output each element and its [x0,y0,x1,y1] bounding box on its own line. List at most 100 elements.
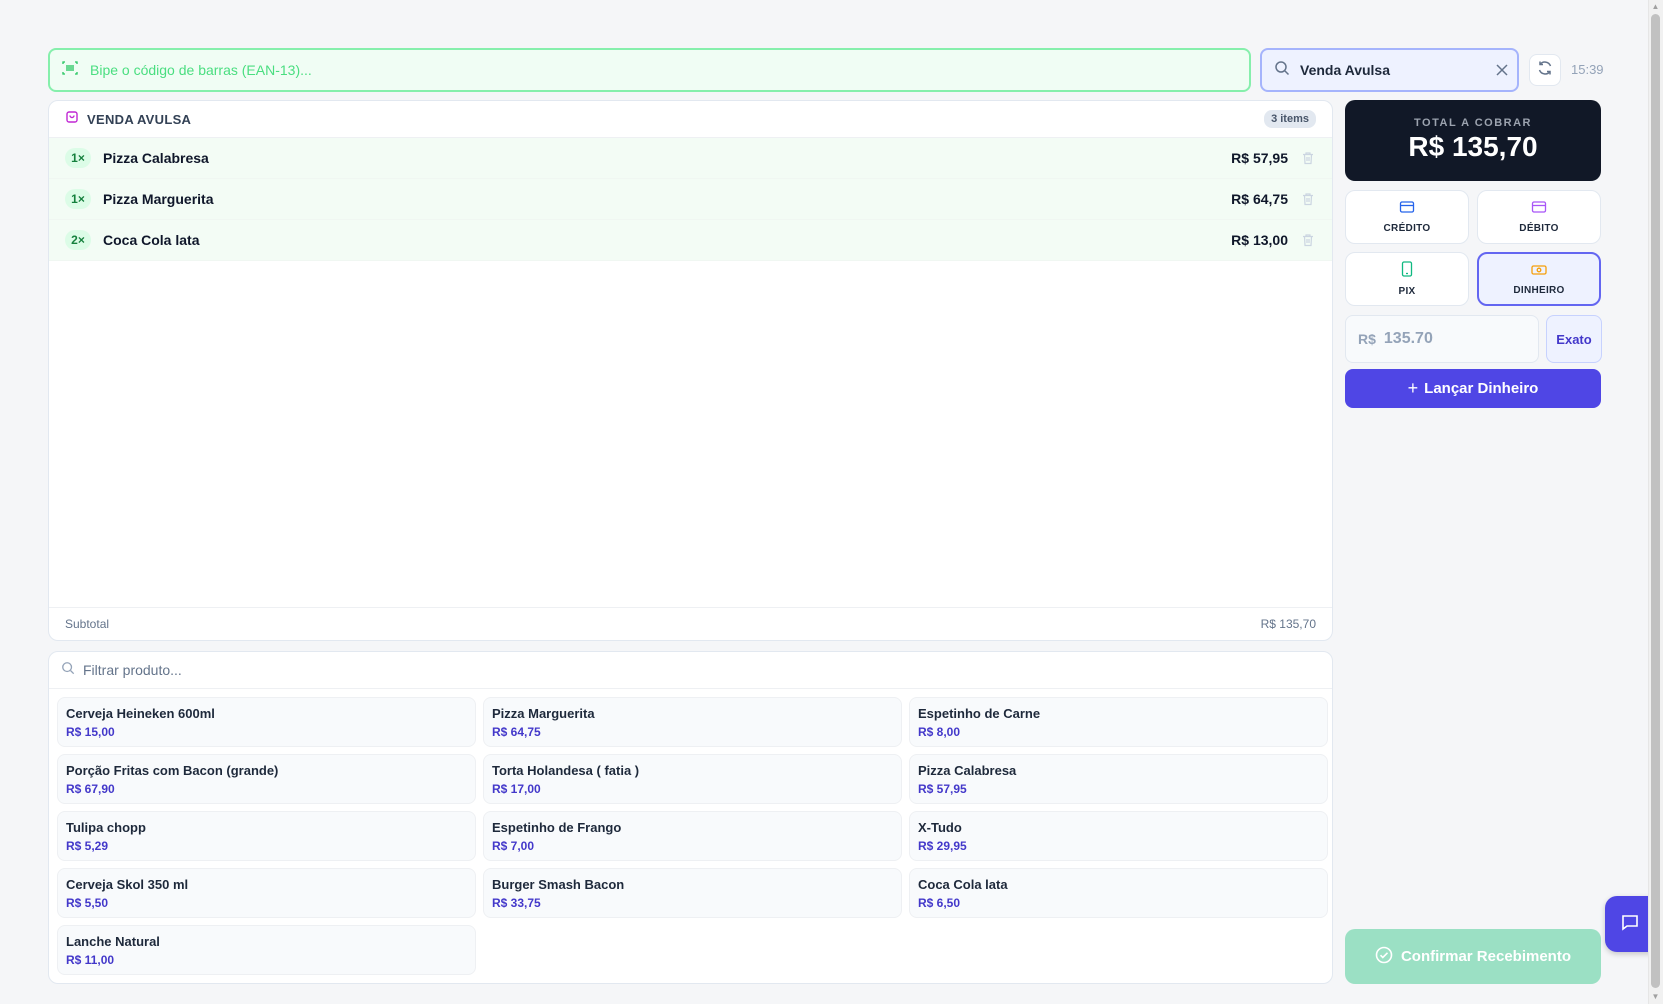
product-price: R$ 57,95 [918,782,967,796]
barcode-placeholder: Bipe o código de barras (EAN-13)... [90,62,312,78]
subtotal-value: R$ 135,70 [1260,617,1316,631]
clock: 15:39 [1571,62,1604,77]
chat-icon [1620,912,1640,937]
product-card[interactable]: Cerveja Skol 350 ml R$ 5,50 [57,868,476,918]
currency-symbol: R$ [1358,331,1376,347]
product-card[interactable]: Porção Fritas com Bacon (grande) R$ 67,90 [57,754,476,804]
total-card: TOTAL A COBRAR R$ 135,70 [1345,100,1601,181]
product-price: R$ 11,00 [66,953,115,967]
pay-cash-button[interactable]: DINHEIRO [1477,252,1601,306]
cart-footer: Subtotal R$ 135,70 [49,607,1332,640]
total-amount: R$ 135,70 [1408,131,1538,162]
product-price: R$ 5,29 [66,839,109,853]
product-card[interactable]: Espetinho de Carne R$ 8,00 [909,697,1328,747]
refresh-icon [1537,60,1553,81]
cart-header: VENDA AVULSA 3 items [49,101,1332,138]
cart-item: 2× Coca Cola lata R$ 13,00 [49,220,1332,261]
product-grid: Cerveja Heineken 600ml R$ 15,00 Pizza Mar… [49,689,1332,983]
trash-icon[interactable] [1300,233,1316,247]
pay-credit-label: CRÉDITO [1383,223,1431,234]
product-price: R$ 67,90 [66,782,115,796]
product-card[interactable]: X-Tudo R$ 29,95 [909,811,1328,861]
product-card[interactable]: Lanche Natural R$ 11,00 [57,925,476,975]
cart-item-price: R$ 13,00 [1231,232,1288,248]
check-circle-icon [1375,946,1401,968]
product-name: Torta Holandesa ( fatia ) [492,763,640,778]
confirm-payment-label: Confirmar Recebimento [1400,948,1572,965]
product-name: Porção Fritas com Bacon (grande) [66,763,279,778]
page-scrollbar[interactable]: ▲ ▼ [1648,0,1663,1004]
cart-item-qty: 1× [65,148,91,168]
cart-item-name: Pizza Calabresa [103,150,209,166]
cart-item-price: R$ 64,75 [1231,191,1288,207]
cart-title: VENDA AVULSA [87,111,192,127]
add-cash-button[interactable]: + Lançar Dinheiro [1345,369,1601,408]
pay-pix-button[interactable]: PIX [1345,252,1469,306]
product-name: Lanche Natural [66,934,160,949]
pay-debit-button[interactable]: DÉBITO [1477,190,1601,244]
cart-panel: VENDA AVULSA 3 items 1× Pizza Calabresa … [48,100,1333,641]
product-card[interactable]: Burger Smash Bacon R$ 33,75 [483,868,902,918]
refresh-button[interactable] [1529,54,1561,86]
product-card[interactable]: Espetinho de Frango R$ 7,00 [483,811,902,861]
add-cash-label: Lançar Dinheiro [1424,380,1539,397]
cart-item-qty: 1× [65,189,91,209]
product-filter-placeholder: Filtrar produto... [83,662,182,678]
trash-icon[interactable] [1300,192,1316,206]
pay-cash-label: DINHEIRO [1513,284,1565,296]
product-price: R$ 6,50 [918,896,961,910]
pay-pix-label: PIX [1398,286,1416,297]
product-card[interactable]: Torta Holandesa ( fatia ) R$ 17,00 [483,754,902,804]
total-label: TOTAL A COBRAR [1414,117,1532,129]
product-price: R$ 33,75 [492,896,541,910]
pay-credit-button[interactable]: CRÉDITO [1345,190,1469,244]
barcode-input[interactable]: Bipe o código de barras (EAN-13)... [48,48,1251,92]
product-card[interactable]: Cerveja Heineken 600ml R$ 15,00 [57,697,476,747]
client-search-value: Venda Avulsa [1300,62,1391,78]
product-price: R$ 15,00 [66,725,115,739]
debit-card-icon [1531,200,1547,219]
exact-amount-button[interactable]: Exato [1546,315,1602,363]
product-name: Pizza Marguerita [492,706,595,721]
scroll-up-icon[interactable]: ▲ [1651,2,1660,12]
confirm-payment-button[interactable]: Confirmar Recebimento [1345,929,1601,984]
product-price: R$ 7,00 [492,839,535,853]
shopping-bag-icon [65,110,79,129]
product-price: R$ 5,50 [66,896,109,910]
cash-amount-placeholder: 135.70 [1383,330,1433,347]
product-name: X-Tudo [918,820,962,835]
cart-item-price: R$ 57,95 [1231,150,1288,166]
product-price: R$ 8,00 [918,725,961,739]
cart-item: 1× Pizza Marguerita R$ 64,75 [49,179,1332,220]
search-icon [61,661,75,680]
products-panel: Filtrar produto... Cerveja Heineken 600m… [48,651,1333,984]
close-icon[interactable] [1487,64,1517,76]
search-icon [1274,60,1290,81]
product-name: Coca Cola lata [918,877,1008,892]
product-name: Burger Smash Bacon [492,877,625,892]
product-card[interactable]: Coca Cola lata R$ 6,50 [909,868,1328,918]
product-name: Tulipa chopp [66,820,146,835]
credit-card-icon [1399,200,1415,219]
cart-item-name: Coca Cola lata [103,232,200,248]
trash-icon[interactable] [1300,151,1316,165]
product-name: Espetinho de Carne [918,706,1041,721]
scrollbar-thumb[interactable] [1651,14,1660,988]
plus-icon: + [1407,378,1419,398]
cart-item: 1× Pizza Calabresa R$ 57,95 [49,138,1332,179]
product-card[interactable]: Pizza Marguerita R$ 64,75 [483,697,902,747]
product-name: Cerveja Skol 350 ml [66,877,189,892]
product-name: Cerveja Heineken 600ml [66,706,215,721]
cart-item-name: Pizza Marguerita [103,191,214,207]
product-name: Pizza Calabresa [918,763,1017,778]
pay-debit-label: DÉBITO [1519,223,1559,234]
product-price: R$ 64,75 [492,725,541,739]
scroll-down-icon[interactable]: ▼ [1651,992,1660,1002]
cash-amount-input[interactable]: R$ 135.70 [1345,315,1539,363]
product-filter-input[interactable]: Filtrar produto... [49,652,1332,689]
product-card[interactable]: Pizza Calabresa R$ 57,95 [909,754,1328,804]
subtotal-label: Subtotal [65,617,110,631]
client-search-field[interactable]: Venda Avulsa [1260,48,1519,92]
items-count-badge: 3 items [1264,110,1316,128]
product-card[interactable]: Tulipa chopp R$ 5,29 [57,811,476,861]
